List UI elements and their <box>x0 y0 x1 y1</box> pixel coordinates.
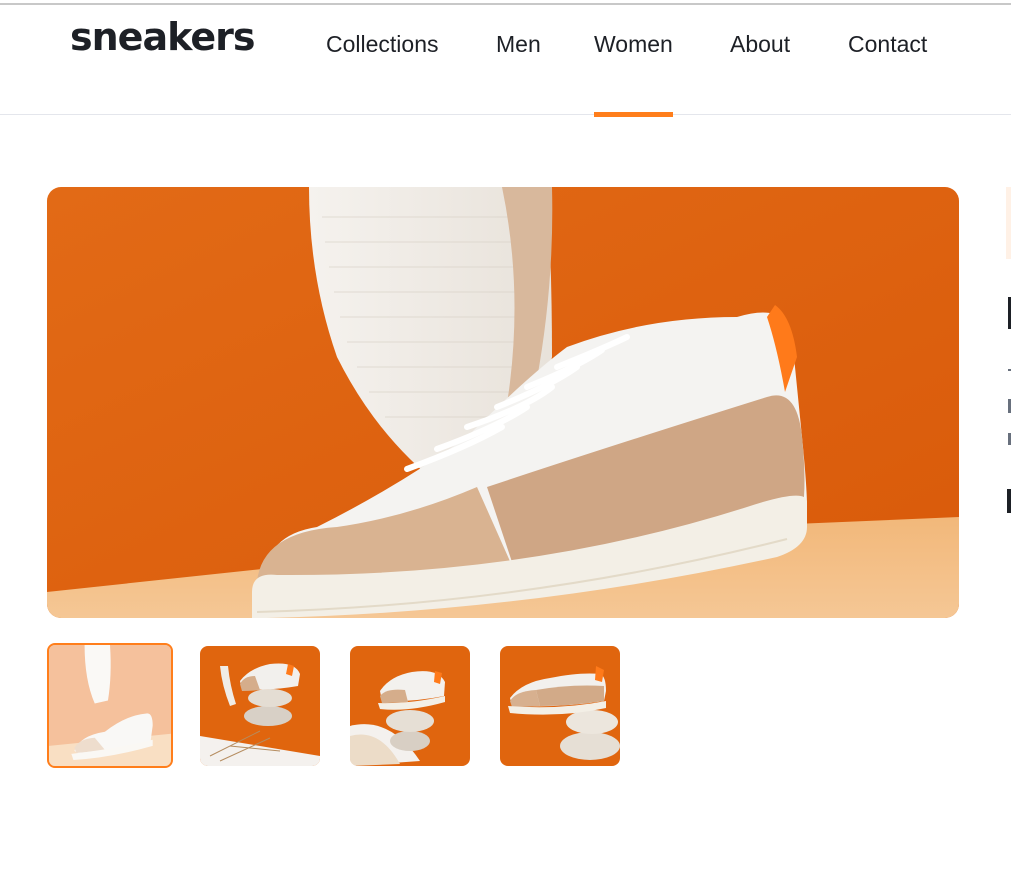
nav-item-contact[interactable]: Contact <box>848 31 927 114</box>
thumbnail-2[interactable] <box>200 646 320 766</box>
sneaker-thumbnail-4-icon <box>500 646 620 766</box>
product-details-edge <box>1006 187 1011 587</box>
sneaker-thumbnail-1-icon <box>49 645 171 766</box>
nav-item-label: Women <box>594 31 673 57</box>
company-badge-edge <box>1006 187 1011 259</box>
nav-item-label: Collections <box>326 31 439 57</box>
logo[interactable]: sneakers <box>70 15 255 59</box>
nav-item-collections[interactable]: Collections <box>326 31 439 114</box>
nav-item-label: About <box>730 31 791 57</box>
nav-item-about[interactable]: About <box>730 31 790 114</box>
nav-item-label: Contact <box>848 31 928 57</box>
price-edge <box>1007 489 1011 513</box>
nav-item-label: Men <box>496 31 541 57</box>
sneaker-thumbnail-3-icon <box>350 646 470 766</box>
thumbnail-4[interactable] <box>500 646 620 766</box>
nav-item-women[interactable]: Women <box>594 31 673 117</box>
thumbnail-1[interactable] <box>47 643 173 768</box>
thumbnail-3[interactable] <box>350 646 470 766</box>
main-product-image[interactable] <box>47 187 959 618</box>
sneaker-photo-icon <box>47 187 959 618</box>
sneaker-thumbnail-2-icon <box>200 646 320 766</box>
site-header: sneakers Collections Men Women About Con… <box>0 5 1011 117</box>
nav-item-men[interactable]: Men <box>496 31 541 114</box>
